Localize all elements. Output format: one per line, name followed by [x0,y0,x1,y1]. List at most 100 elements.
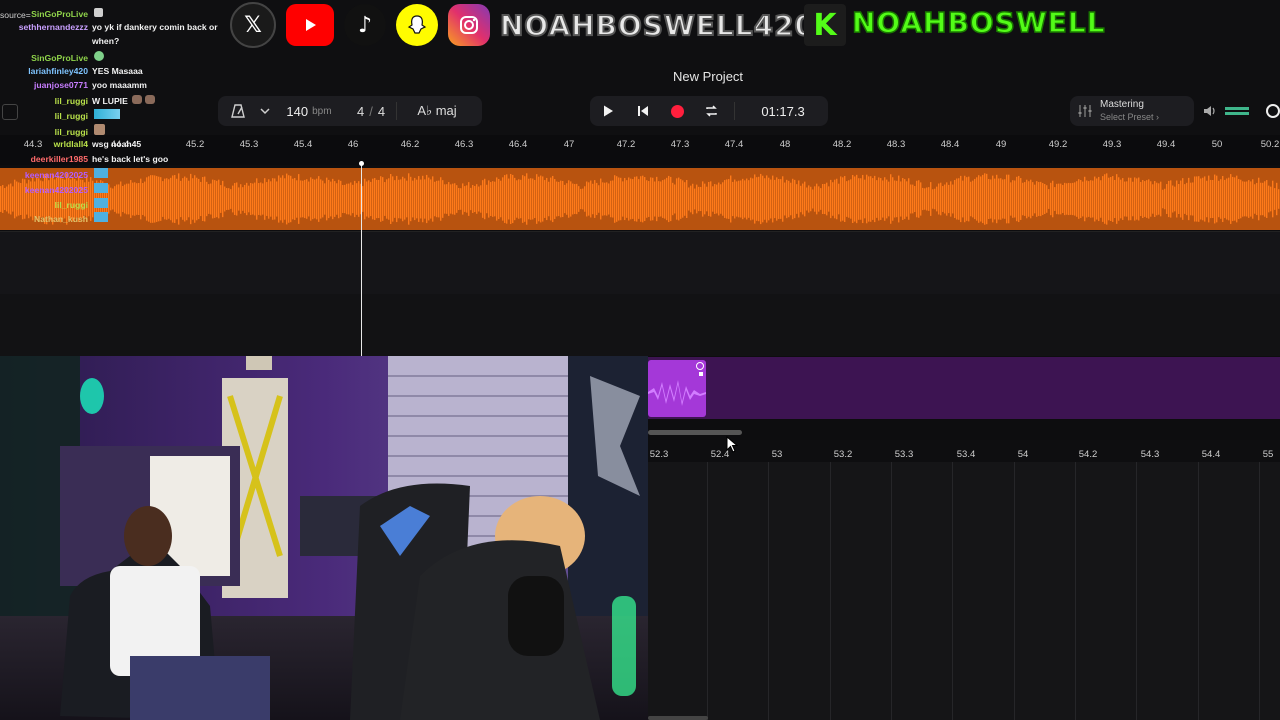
waveform-bar [508,178,510,220]
audio-waveform [0,168,1280,230]
waveform-bar [902,178,904,220]
waveform-bar [980,176,982,222]
waveform-bar [788,180,790,218]
ruler-tick: 47.3 [670,139,690,150]
social-overlay: 𝕏 ♪ NOAHBOSWELL420 [230,2,815,48]
empty-track-lane[interactable] [0,294,1280,356]
waveform-bar [850,179,852,219]
waveform-bar [906,181,908,217]
waveform-bar [762,175,764,223]
waveform-bar [860,178,862,220]
bottom-scrollbar[interactable] [648,716,708,720]
waveform-bar [486,184,488,214]
waveform-bar [476,184,478,214]
horizontal-scrollbar[interactable] [648,430,742,435]
skip-back-button[interactable] [626,104,660,118]
waveform-bar [516,180,518,218]
waveform-bar [196,177,198,221]
waveform-bar [1108,177,1110,221]
waveform-bar [1140,181,1142,217]
clip-resize-handle[interactable] [699,372,703,376]
waveform-bar [396,175,398,223]
speaker-icon[interactable] [1202,104,1216,118]
waveform-bar [752,178,754,220]
instrument-clip[interactable] [648,360,706,417]
waveform-bar [718,182,720,216]
waveform-bar [636,176,638,222]
waveform-bar [684,182,686,216]
waveform-bar [120,181,122,217]
clip-loop-handle-icon[interactable] [696,362,704,370]
waveform-bar [586,181,588,217]
waveform-bar [896,180,898,218]
waveform-bar [528,178,530,220]
chevron-down-icon[interactable] [258,106,272,116]
waveform-bar [600,178,602,220]
waveform-bar [1200,178,1202,220]
waveform-bar [304,179,306,219]
record-icon [670,104,684,118]
waveform-bar [454,183,456,215]
waveform-bar [1150,181,1152,217]
waveform-bar [716,184,718,214]
arrangement-grid[interactable] [648,462,1280,720]
key-control[interactable]: A♭ maj [397,103,477,119]
mastering-control[interactable]: Mastering Select Preset › [1070,96,1194,126]
waveform-bar [490,182,492,216]
project-title[interactable]: New Project [620,69,796,84]
metronome-icon[interactable] [218,103,258,119]
waveform-bar [142,183,144,215]
chat-message: keenan4202025 [0,168,109,181]
waveform-bar [738,180,740,218]
waveform-bar [138,183,140,215]
waveform-bar [282,175,284,223]
tempo-control[interactable]: 140 bpm [272,104,346,119]
record-button[interactable] [660,104,694,118]
waveform-bar [288,175,290,223]
emote-icon [94,212,109,222]
loop-button[interactable] [694,104,728,118]
waveform-bar [824,183,826,215]
waveform-bar [358,181,360,217]
empty-track-lane[interactable] [0,231,1280,295]
volume-knob[interactable] [1266,104,1280,118]
waveform-bar [1124,181,1126,217]
waveform-bar [1116,174,1118,224]
waveform-bar [514,177,516,221]
playhead[interactable] [359,161,364,357]
waveform-bar [1278,189,1280,209]
audio-clip[interactable] [0,168,1280,230]
waveform-bar [576,183,578,215]
waveform-bar [828,186,830,212]
waveform-bar [430,179,432,219]
waveform-bar [208,184,210,214]
waveform-bar [1176,180,1178,218]
waveform-bar [1274,188,1276,210]
divider [734,102,735,120]
waveform-bar [1026,179,1028,219]
time-sig-numerator: 4 [356,103,365,119]
waveform-bar [1230,174,1232,224]
ruler-tick: 49.4 [1156,139,1176,150]
waveform-bar [320,179,322,219]
mastering-preset[interactable]: Select Preset › [1100,111,1159,123]
waveform-bar [474,185,476,213]
chat-message: Nathan_kush [0,212,109,225]
waveform-bar [354,180,356,218]
waveform-bar [558,181,560,217]
waveform-bar [910,184,912,214]
play-button[interactable] [590,104,626,118]
waveform-bar [548,181,550,217]
instrument-track-lane[interactable] [648,357,1280,419]
waveform-bar [1090,180,1092,218]
waveform-bar [216,180,218,218]
waveform-bar [808,185,810,213]
time-signature-control[interactable]: 4 / 4 [346,104,396,119]
waveform-bar [1188,177,1190,221]
waveform-bar [1042,183,1044,215]
kick-icon: K [804,4,846,46]
time-display[interactable]: 01:17.3 [741,104,825,119]
waveform-bar [928,187,930,211]
waveform-bar [878,177,880,221]
waveform-bar [1126,181,1128,217]
